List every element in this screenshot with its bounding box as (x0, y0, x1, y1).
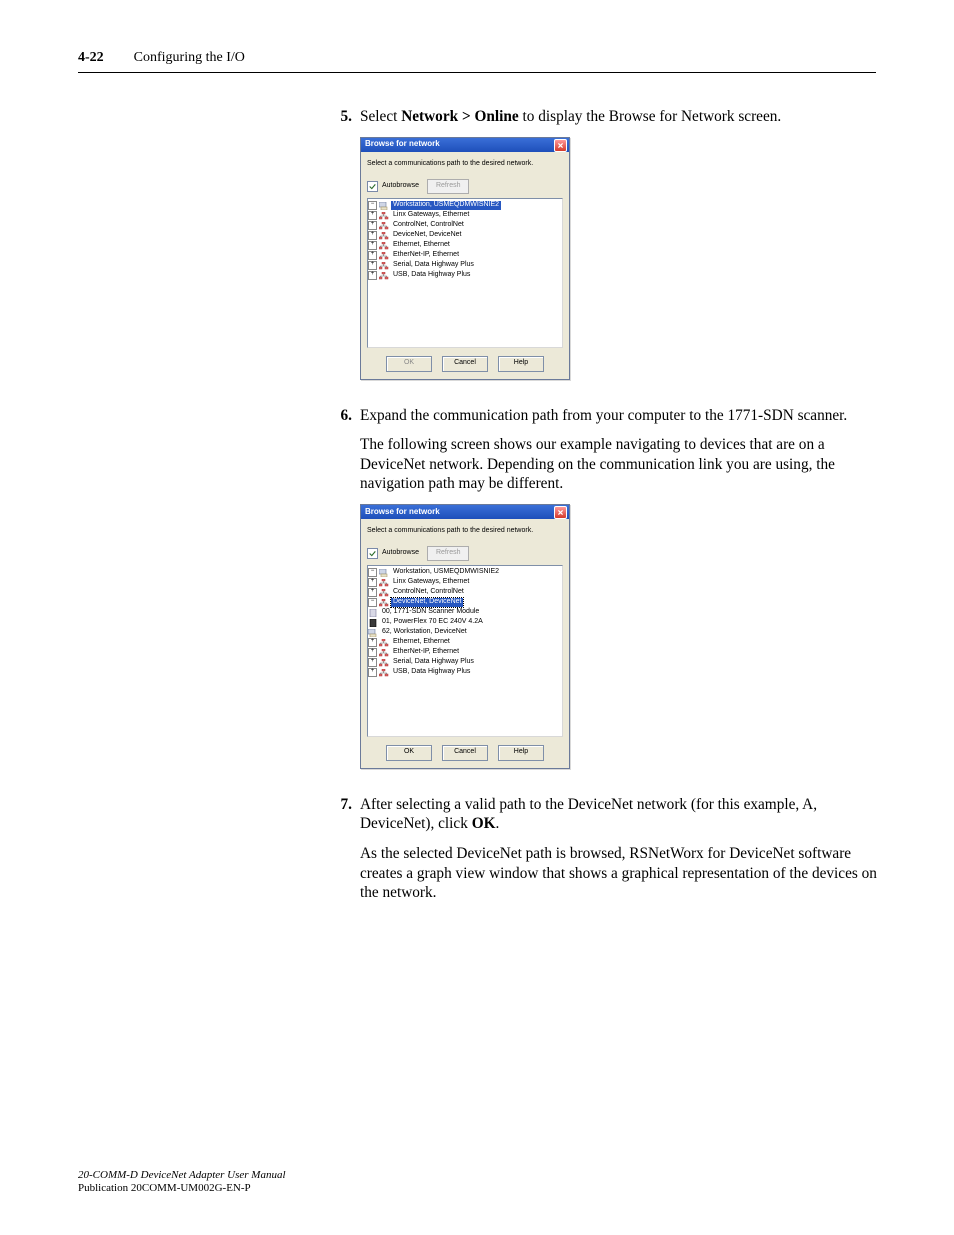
collapse-icon[interactable]: − (368, 568, 377, 577)
footer: 20-COMM-D DeviceNet Adapter User Manual … (78, 1169, 286, 1195)
tree-item-selected[interactable]: DeviceNet, DeviceNet (391, 598, 463, 607)
step-number: 7. (322, 795, 360, 913)
help-button[interactable]: Help (498, 356, 544, 372)
tree-root[interactable]: Workstation, USMEQDMWISNIE2 (391, 201, 501, 210)
network-icon (379, 639, 389, 647)
close-icon[interactable] (554, 139, 567, 152)
network-icon (379, 272, 389, 280)
titlebar[interactable]: Browse for network (361, 505, 569, 519)
tree-item[interactable]: EtherNet-IP, Ethernet (391, 648, 461, 657)
network-icon (379, 262, 389, 270)
titlebar[interactable]: Browse for network (361, 138, 569, 152)
expand-icon[interactable]: + (368, 648, 377, 657)
publication-number: Publication 20COMM-UM002G-EN-P (78, 1182, 286, 1195)
step-7-text-2: As the selected DeviceNet path is browse… (360, 844, 877, 903)
step-7: 7. After selecting a valid path to the D… (322, 795, 877, 913)
expand-icon[interactable]: + (368, 638, 377, 647)
tree-item[interactable]: 00, 1771-SDN Scanner Module (380, 608, 481, 617)
network-icon (379, 222, 389, 230)
refresh-button[interactable]: Refresh (427, 179, 470, 194)
network-icon (379, 212, 389, 220)
page-number: 4-22 (78, 50, 104, 66)
tree-pane[interactable]: − Workstation, USMEQDMWISNIE2 + Linx Gate… (367, 198, 563, 348)
cancel-button[interactable]: Cancel (442, 356, 488, 372)
step-number: 5. (322, 107, 360, 396)
expand-icon[interactable]: + (368, 231, 377, 240)
network-icon (379, 589, 389, 597)
tree-item[interactable]: Ethernet, Ethernet (391, 638, 452, 647)
tree-pane[interactable]: − Workstation, USMEQDMWISNIE2 + Linx Gate… (367, 565, 563, 737)
network-icon (379, 649, 389, 657)
dialog-instruction: Select a communications path to the desi… (367, 160, 563, 169)
expand-icon[interactable]: + (368, 211, 377, 220)
tree-item[interactable]: ControlNet, ControlNet (391, 221, 466, 230)
autobrowse-label: Autobrowse (382, 549, 419, 558)
tree-item[interactable]: Serial, Data Highway Plus (391, 658, 476, 667)
tree-item[interactable]: USB, Data Highway Plus (391, 271, 472, 280)
expand-icon[interactable]: + (368, 578, 377, 587)
header-rule (78, 72, 876, 73)
dialog-instruction: Select a communications path to the desi… (367, 527, 563, 536)
autobrowse-checkbox[interactable] (367, 548, 378, 559)
autobrowse-checkbox[interactable] (367, 181, 378, 192)
step-number: 6. (322, 406, 360, 785)
browse-dialog-1: Browse for network Select a communicatio… (360, 137, 877, 380)
tree-item[interactable]: Serial, Data Highway Plus (391, 261, 476, 270)
dialog-title: Browse for network (361, 507, 440, 517)
step-6-text-2: The following screen shows our example n… (360, 435, 877, 494)
close-icon[interactable] (554, 506, 567, 519)
network-icon (379, 599, 389, 607)
collapse-icon[interactable]: − (368, 598, 377, 607)
cancel-button[interactable]: Cancel (442, 745, 488, 761)
workstation-icon (379, 202, 389, 210)
help-button[interactable]: Help (498, 745, 544, 761)
expand-icon[interactable]: + (368, 271, 377, 280)
tree-item[interactable]: EtherNet-IP, Ethernet (391, 251, 461, 260)
tree-item[interactable]: Ethernet, Ethernet (391, 241, 452, 250)
expand-icon[interactable]: + (368, 241, 377, 250)
tree-item[interactable]: 01, PowerFlex 70 EC 240V 4.2A (380, 618, 485, 627)
tree-root[interactable]: Workstation, USMEQDMWISNIE2 (391, 568, 501, 577)
collapse-icon[interactable]: − (368, 201, 377, 210)
network-icon (379, 242, 389, 250)
step-6: 6. Expand the communication path from yo… (322, 406, 877, 785)
device-icon (368, 609, 378, 617)
device-icon (368, 619, 378, 627)
workstation-icon (379, 569, 389, 577)
manual-title: 20-COMM-D DeviceNet Adapter User Manual (78, 1169, 286, 1182)
dialog-title: Browse for network (361, 139, 440, 149)
network-icon (379, 659, 389, 667)
tree-item[interactable]: DeviceNet, DeviceNet (391, 231, 463, 240)
step-6-text-1: Expand the communication path from your … (360, 406, 877, 426)
tree-item[interactable]: Linx Gateways, Ethernet (391, 211, 471, 220)
workstation-icon (368, 629, 378, 637)
tree-item[interactable]: Linx Gateways, Ethernet (391, 578, 471, 587)
network-icon (379, 232, 389, 240)
expand-icon[interactable]: + (368, 251, 377, 260)
browse-dialog-2: Browse for network Select a communicatio… (360, 504, 877, 769)
expand-icon[interactable]: + (368, 588, 377, 597)
step-7-text-1: After selecting a valid path to the Devi… (360, 795, 877, 834)
expand-icon[interactable]: + (368, 261, 377, 270)
expand-icon[interactable]: + (368, 221, 377, 230)
step-5-text: Select Network > Online to display the B… (360, 107, 877, 127)
network-icon (379, 252, 389, 260)
tree-item[interactable]: ControlNet, ControlNet (391, 588, 466, 597)
ok-button[interactable]: OK (386, 356, 432, 372)
network-icon (379, 579, 389, 587)
tree-item[interactable]: 62, Workstation, DeviceNet (380, 628, 469, 637)
expand-icon[interactable]: + (368, 658, 377, 667)
ok-button[interactable]: OK (386, 745, 432, 761)
step-5: 5. Select Network > Online to display th… (322, 107, 877, 396)
tree-item[interactable]: USB, Data Highway Plus (391, 668, 472, 677)
expand-icon[interactable]: + (368, 668, 377, 677)
chapter-title: Configuring the I/O (134, 50, 245, 66)
refresh-button[interactable]: Refresh (427, 546, 470, 561)
network-icon (379, 669, 389, 677)
autobrowse-label: Autobrowse (382, 182, 419, 191)
